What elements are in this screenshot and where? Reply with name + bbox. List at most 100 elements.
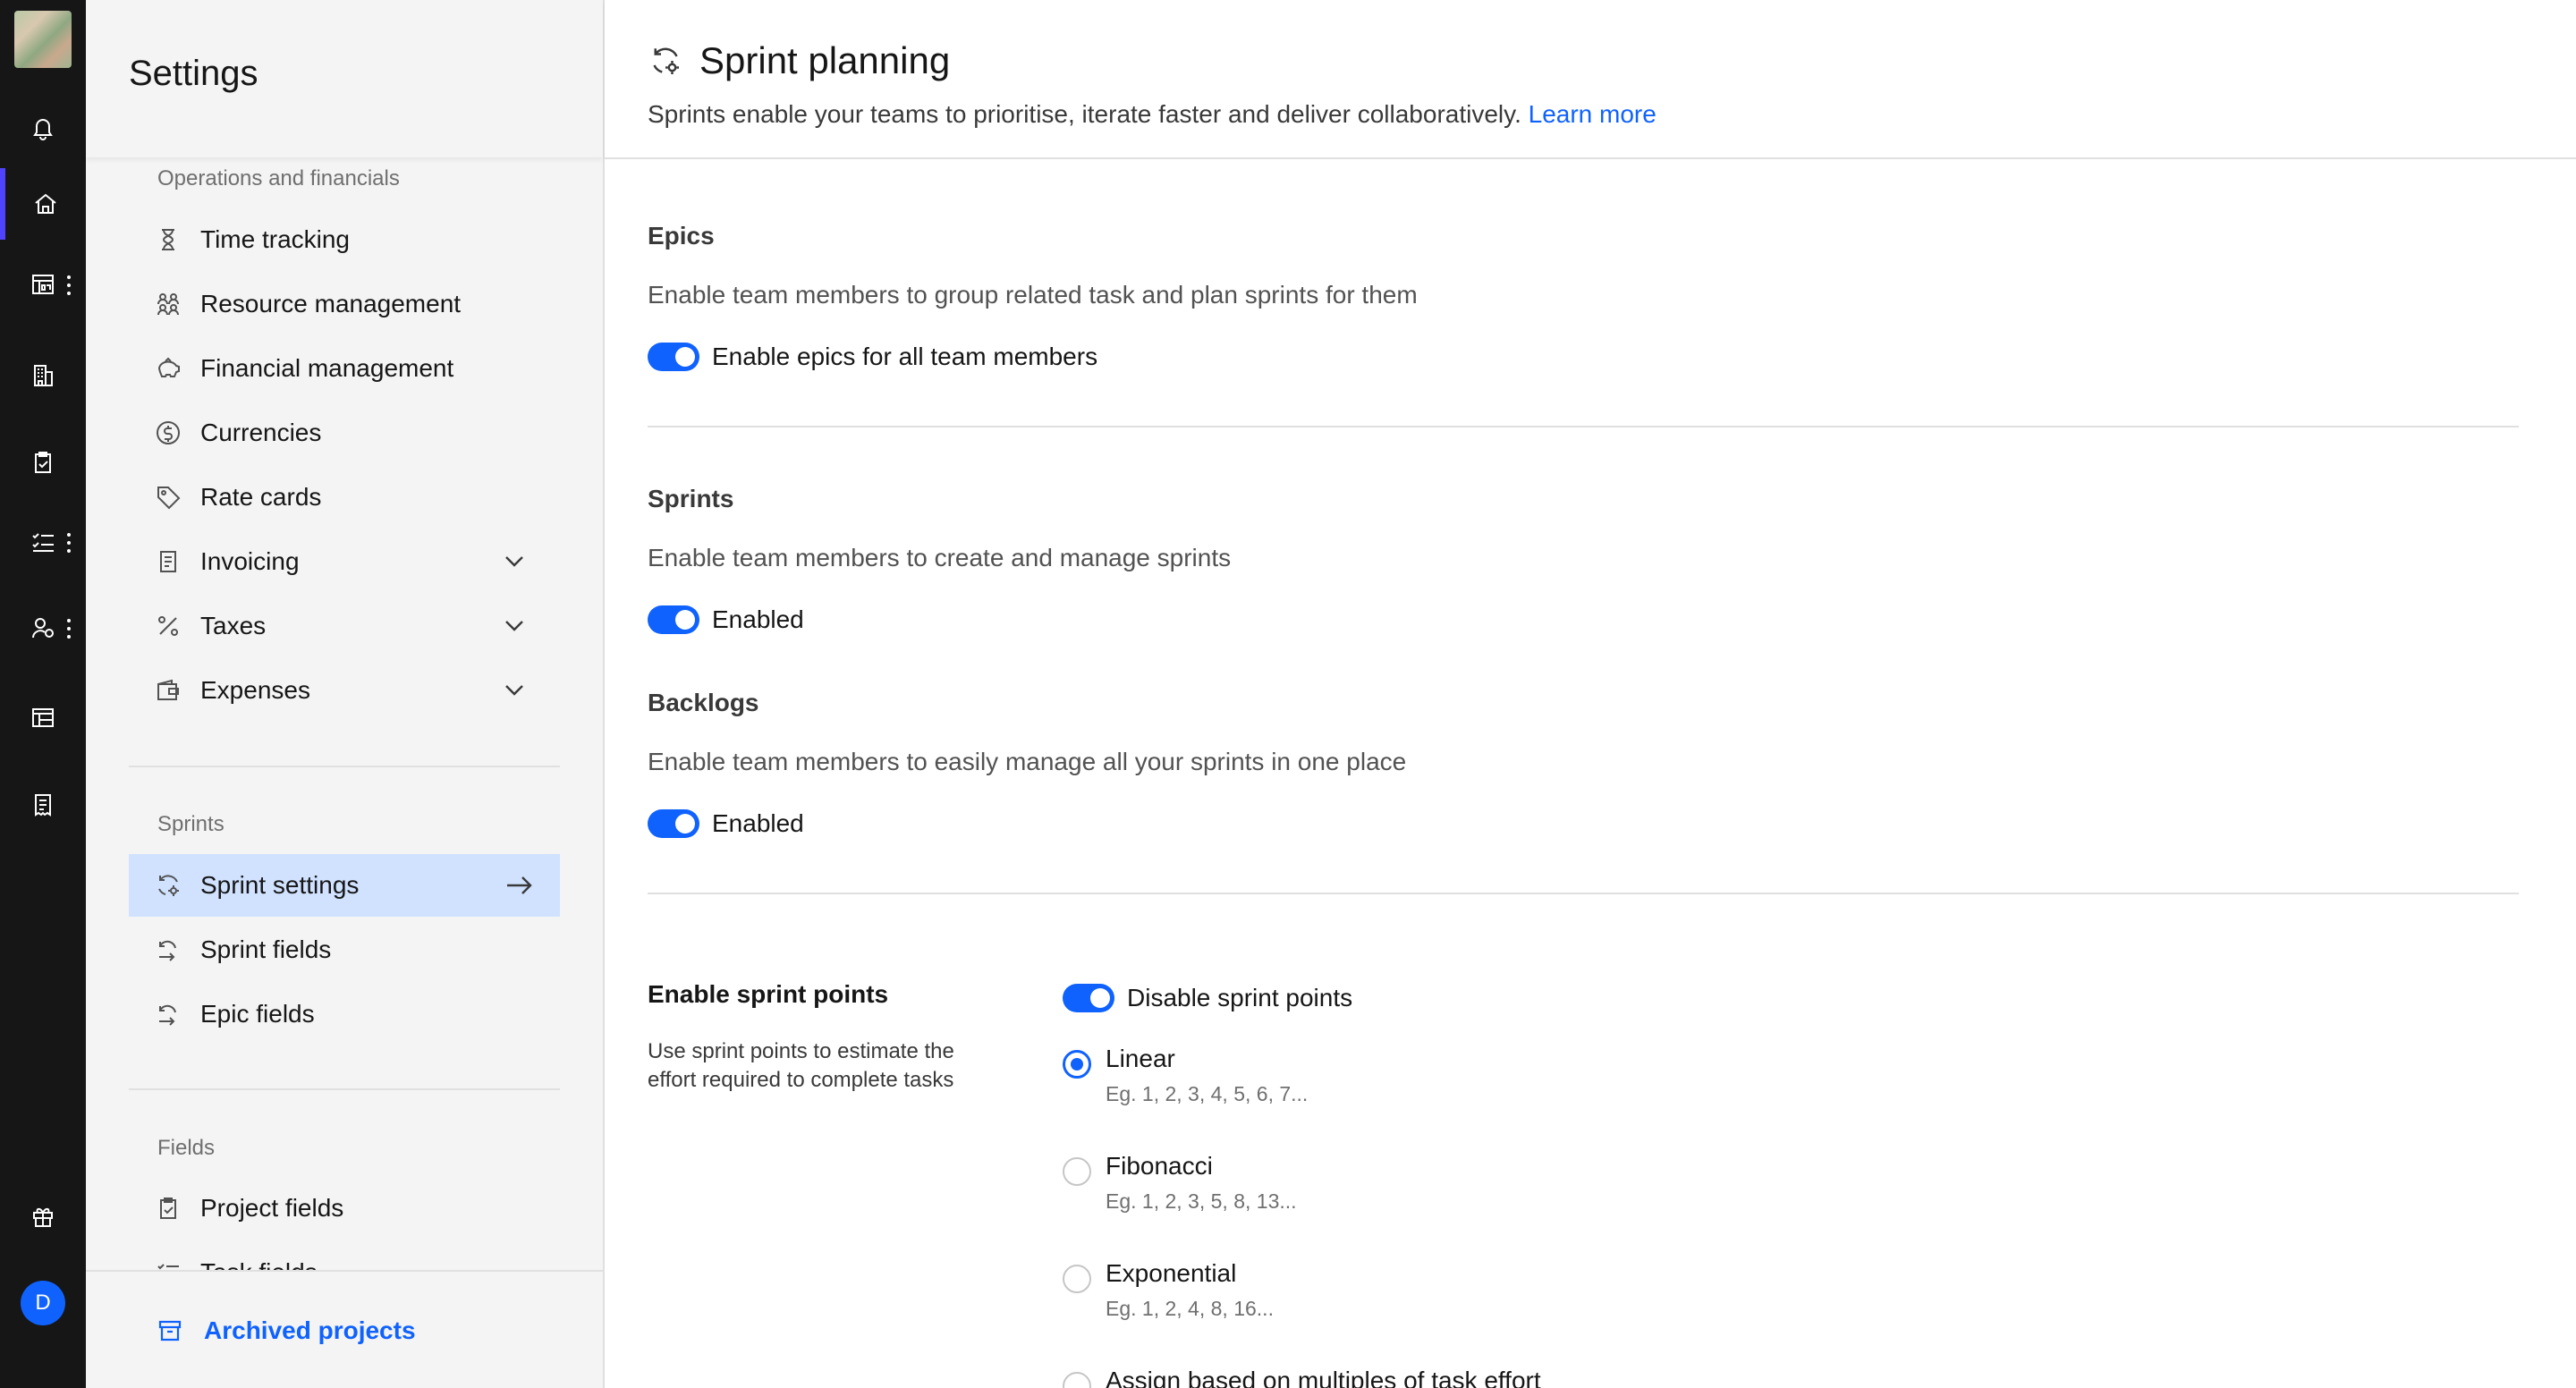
sidebar-item-financial-management[interactable]: Financial management [129,337,560,400]
backlogs-toggle[interactable] [648,809,699,838]
sprint-field-icon [159,940,176,961]
epics-heading: Epics [648,222,715,250]
sidebar-item-label: Financial management [200,354,454,382]
sidebar-item-label: Epic fields [200,1000,315,1028]
sidebar-item-sprint-fields[interactable]: Sprint fields [129,918,560,981]
radio-button[interactable] [1063,1265,1091,1293]
sidebar-item-taxes[interactable]: Taxes [129,595,560,657]
radio-button[interactable] [1063,1157,1091,1186]
learn-more-link[interactable]: Learn more [1529,100,1657,128]
sprint-points-description: Use sprint points to estimate the effort… [648,1039,954,1092]
sidebar-item-label: Invoicing [200,547,300,575]
home-icon[interactable] [0,168,86,240]
section-label-operations: Operations and financials [157,166,400,190]
radio-label: Exponential [1106,1259,1237,1287]
settings-header: Settings [86,0,603,157]
radio-label: Assign based on multiples of task effort [1106,1367,1541,1388]
building-icon[interactable] [0,340,86,411]
sprint-points-heading: Enable sprint points [648,980,889,1008]
subtitle-text: Sprints enable your teams to prioritise,… [648,100,1521,128]
sidebar-item-epic-fields[interactable]: Epic fields [129,983,560,1045]
sprint-icon [158,875,179,896]
sprints-heading: Sprints [648,485,734,512]
radio-linear[interactable]: Linear Eg. 1, 2, 3, 4, 5, 6, 7... [1063,1045,1308,1106]
sidebar-item-resource-management[interactable]: Resource management [129,273,560,335]
bell-icon[interactable] [0,92,86,164]
sidebar-item-currencies[interactable]: Currencies [129,402,560,464]
people-settings-icon[interactable] [0,592,86,664]
people-more-icon[interactable] [66,619,72,639]
radio-fibonacci[interactable]: Fibonacci Eg. 1, 2, 3, 5, 8, 13... [1063,1152,1297,1214]
page-title: Sprint planning [699,39,951,81]
radio-button[interactable] [1063,1050,1091,1079]
radio-button[interactable] [1063,1372,1091,1388]
layout-icon[interactable] [0,681,86,753]
sidebar-item-expenses[interactable]: Expenses [129,659,560,722]
sidebar-item-project-fields[interactable]: Project fields [129,1177,560,1240]
sidebar-item-sprint-settings[interactable]: Sprint settings [129,854,560,917]
checklist-icon[interactable] [0,506,86,578]
epics-description: Enable team members to group related tas… [648,281,1418,309]
section-label-sprints: Sprints [157,812,225,836]
archive-icon [158,1320,182,1341]
epics-toggle-row[interactable]: Enable epics for all team members [648,343,1097,371]
hourglass-icon [162,229,174,250]
archived-projects-label: Archived projects [204,1316,416,1344]
backlogs-toggle-label: Enabled [712,809,804,837]
workspace-logo[interactable] [14,11,72,68]
radio-label: Fibonacci [1106,1152,1213,1180]
tag-icon [157,487,181,510]
sidebar-item-label: Sprint settings [200,871,360,899]
sidebar-item-rate-cards[interactable]: Rate cards [129,466,560,529]
sprint-points-toggle-row[interactable]: Disable sprint points [1063,984,1352,1012]
divider [648,893,2519,894]
sprints-description: Enable team members to create and manage… [648,544,1232,571]
epics-toggle[interactable] [648,343,699,371]
sidebar-item-label: Rate cards [200,483,322,511]
sidebar-item-label: Expenses [200,676,310,704]
radio-exponential[interactable]: Exponential Eg. 1, 2, 4, 8, 16... [1063,1259,1274,1321]
radio-task-effort[interactable]: Assign based on multiples of task effort [1063,1367,1541,1388]
clipboard-icon[interactable] [0,427,86,498]
divider [129,766,560,767]
sidebar-item-invoicing[interactable]: Invoicing [129,530,560,593]
dashboard-icon[interactable] [0,249,86,320]
sidebar-footer: Archived projects [86,1270,603,1388]
backlogs-toggle-row[interactable]: Enabled [648,809,804,838]
chevron-down-icon[interactable] [501,548,528,575]
archived-projects-link[interactable]: Archived projects [156,1316,416,1345]
piggy-bank-icon [157,357,180,377]
chevron-down-icon[interactable] [501,613,528,639]
page-title: Settings [129,54,258,93]
sidebar-item-label: Sprint fields [200,935,332,963]
checklist-more-icon[interactable] [66,533,72,553]
settings-sidebar: Operations and financials Time tracking … [86,0,605,1388]
section-label-fields: Fields [157,1136,216,1160]
sprint-icon [653,47,679,74]
percent-icon [158,616,178,636]
chevron-down-icon[interactable] [501,677,528,704]
page-subtitle: Sprints enable your teams to prioritise,… [648,100,1657,129]
page-header: Sprint planning Sprints enable your team… [605,0,2576,159]
clipboard-check-icon [160,1198,176,1219]
sprints-toggle-label: Enabled [712,605,804,633]
dashboard-more-icon[interactable] [66,275,72,295]
dollar-icon [157,421,180,444]
arrow-right-icon [507,876,532,894]
sidebar-item-label: Time tracking [200,225,351,253]
divider [129,1088,560,1090]
main-content: Sprint planning Sprints enable your team… [605,0,2576,1388]
epics-toggle-label: Enable epics for all team members [712,343,1098,370]
avatar[interactable]: D [21,1281,65,1325]
sprints-toggle-row[interactable]: Enabled [648,605,804,634]
gift-icon[interactable] [0,1181,86,1252]
radio-example: Eg. 1, 2, 4, 8, 16... [1106,1297,1274,1320]
sprints-toggle[interactable] [648,605,699,634]
sidebar-item-label: Taxes [200,612,267,639]
backlogs-heading: Backlogs [648,689,759,716]
sidebar-item-time-tracking[interactable]: Time tracking [129,208,560,271]
divider [648,426,2519,427]
receipt-icon[interactable] [0,769,86,841]
radio-example: Eg. 1, 2, 3, 4, 5, 6, 7... [1106,1082,1309,1105]
sprint-points-toggle[interactable] [1063,984,1114,1012]
